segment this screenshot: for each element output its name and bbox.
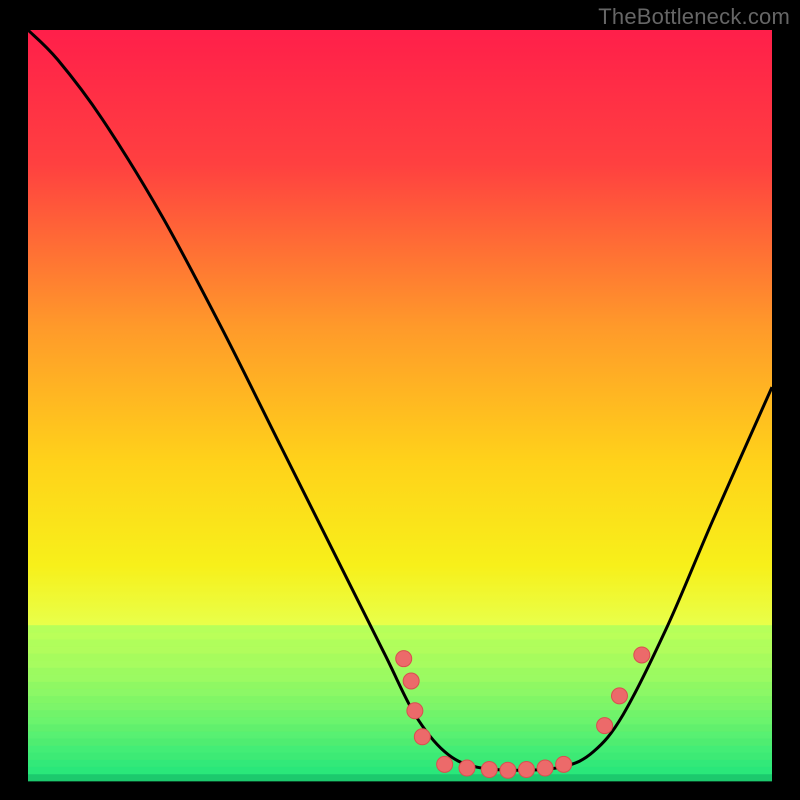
attribution-label: TheBottleneck.com [598, 4, 790, 30]
data-marker [518, 762, 534, 778]
data-marker [403, 673, 419, 689]
data-marker [537, 760, 553, 776]
chart-frame: TheBottleneck.com [0, 0, 800, 800]
data-marker [414, 729, 430, 745]
data-marker [500, 762, 516, 778]
data-marker [437, 756, 453, 772]
data-marker [407, 703, 423, 719]
data-marker [556, 756, 572, 772]
data-marker [481, 762, 497, 778]
data-marker [611, 688, 627, 704]
bottom-band-region [28, 625, 772, 781]
data-marker [396, 651, 412, 667]
bottleneck-chart [0, 0, 800, 800]
data-marker [597, 718, 613, 734]
data-marker [459, 760, 475, 776]
data-marker [634, 647, 650, 663]
